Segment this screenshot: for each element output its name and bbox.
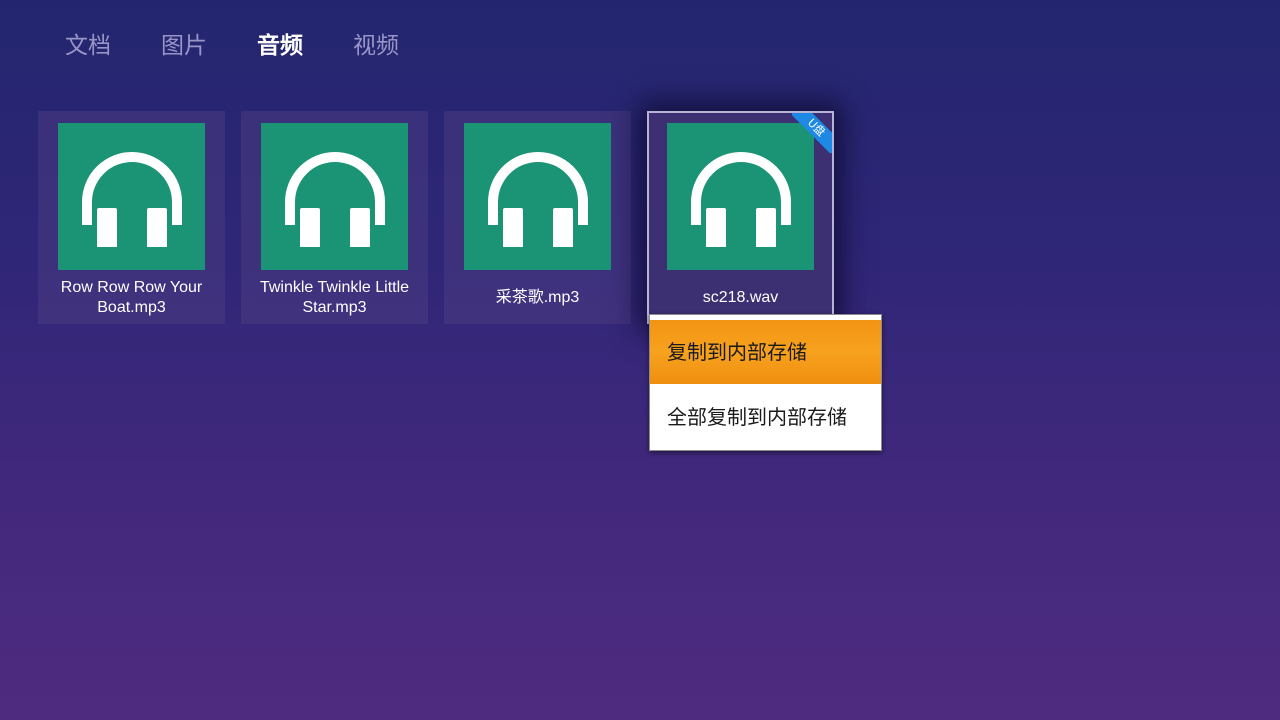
file-thumbnail (464, 123, 611, 270)
context-menu: 复制到内部存储 全部复制到内部存储 (649, 314, 882, 451)
file-name: 采茶歌.mp3 (495, 289, 580, 306)
tab-documents[interactable]: 文档 (40, 30, 136, 62)
file-tile[interactable]: Row Row Row Your Boat.mp3 (38, 111, 225, 324)
file-name: sc218.wav (702, 289, 779, 306)
file-tile-focused[interactable]: sc218.wav U盘 (647, 111, 834, 324)
menu-item-copy-all-to-internal[interactable]: 全部复制到内部存储 (650, 385, 881, 449)
tab-audio[interactable]: 音频 (232, 30, 328, 62)
file-thumbnail (261, 123, 408, 270)
tab-pictures[interactable]: 图片 (136, 30, 232, 62)
headphones-icon (81, 151, 182, 247)
category-tabs: 文档 图片 音频 视频 (40, 30, 424, 62)
headphones-icon (487, 151, 588, 247)
usb-badge-label: U盘 (792, 113, 832, 153)
file-thumbnail (58, 123, 205, 270)
headphones-icon (690, 151, 791, 247)
usb-badge: U盘 (792, 113, 832, 153)
file-name: Twinkle Twinkle Little Star.mp3 (259, 279, 410, 316)
file-tile[interactable]: 采茶歌.mp3 (444, 111, 631, 324)
headphones-icon (284, 151, 385, 247)
file-name: Row Row Row Your Boat.mp3 (60, 279, 203, 316)
file-tile[interactable]: Twinkle Twinkle Little Star.mp3 (241, 111, 428, 324)
tab-video[interactable]: 视频 (328, 30, 424, 62)
file-grid: Row Row Row Your Boat.mp3 Twinkle Twinkl… (38, 111, 938, 331)
menu-item-copy-to-internal[interactable]: 复制到内部存储 (650, 320, 881, 384)
